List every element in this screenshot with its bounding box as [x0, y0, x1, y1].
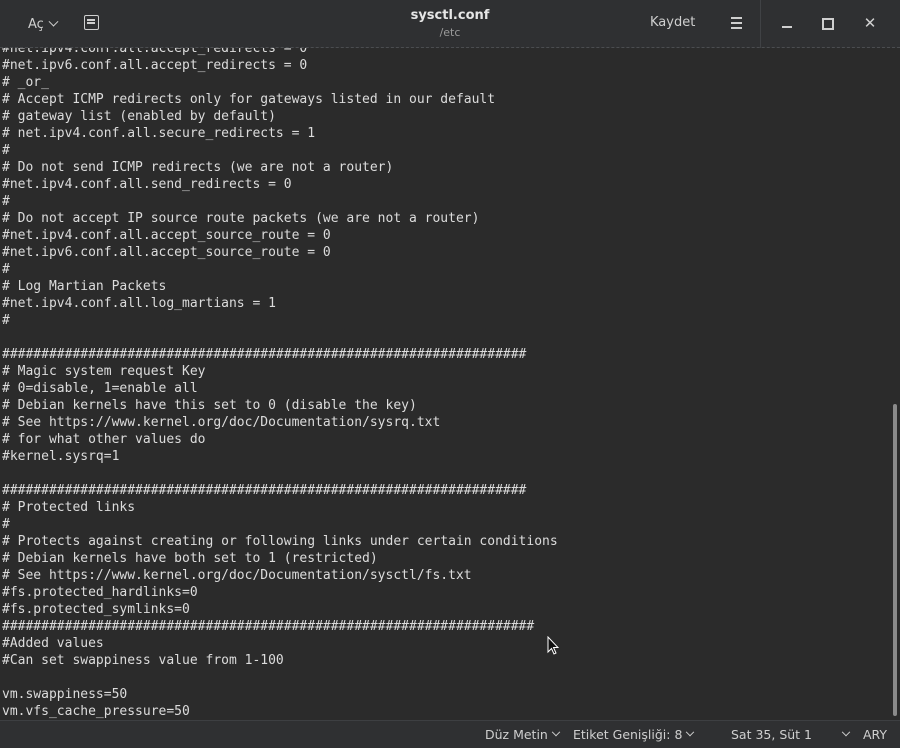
code-line[interactable]	[2, 669, 558, 686]
code-line[interactable]: #net.ipv4.conf.all.log_martians = 1	[2, 295, 558, 312]
open-button[interactable]: Aç	[16, 12, 64, 36]
vertical-scrollbar[interactable]	[890, 48, 900, 720]
cursor-position-label: Sat 35, Süt 1	[731, 727, 813, 742]
code-line[interactable]: # Log Martian Packets	[2, 278, 558, 295]
code-line[interactable]: # Accept ICMP redirects only for gateway…	[2, 91, 558, 108]
code-line[interactable]: #net.ipv4.conf.all.send_redirects = 0	[2, 176, 558, 193]
cursor-position-selector[interactable]: Sat 35, Süt 1	[731, 727, 851, 742]
chevron-down-icon	[841, 727, 851, 736]
maximize-icon[interactable]	[821, 17, 834, 30]
code-line[interactable]: # Protected links	[2, 499, 558, 516]
mouse-pointer-icon	[547, 636, 559, 655]
code-line[interactable]: #	[2, 516, 558, 533]
chevron-down-icon	[48, 16, 59, 27]
hamburger-menu-icon[interactable]	[731, 17, 743, 29]
header-bar: Aç sysctl.conf /etc Kaydet ✕	[0, 0, 900, 48]
code-line[interactable]: #net.ipv6.conf.all.accept_redirects = 0	[2, 57, 558, 74]
code-line[interactable]: #net.ipv6.conf.all.accept_source_route =…	[2, 244, 558, 261]
code-line[interactable]: #	[2, 193, 558, 210]
tab-width-label: Etiket Genişliği: 8	[573, 727, 683, 742]
code-line[interactable]: #net.ipv4.conf.all.accept_redirects = 0	[2, 48, 558, 57]
document-icon	[84, 15, 99, 30]
code-line[interactable]: # Protects against creating or following…	[2, 533, 558, 550]
code-line[interactable]: # Debian kernels have this set to 0 (dis…	[2, 397, 558, 414]
window-subtitle: /etc	[439, 26, 461, 39]
code-line[interactable]: # 0=disable, 1=enable all	[2, 380, 558, 397]
insert-mode-label: ARY	[863, 727, 888, 742]
code-line[interactable]: # gateway list (enabled by default)	[2, 108, 558, 125]
code-line[interactable]: # Do not accept IP source route packets …	[2, 210, 558, 227]
chevron-down-icon	[686, 727, 695, 736]
chevron-down-icon	[551, 727, 561, 736]
code-line[interactable]: # See https://www.kernel.org/doc/Documen…	[2, 567, 558, 584]
code-line[interactable]	[2, 465, 558, 482]
code-line[interactable]: # _or_	[2, 74, 558, 91]
code-line[interactable]: #	[2, 261, 558, 278]
code-line[interactable]: #	[2, 142, 558, 159]
code-line[interactable]: # Magic system request Key	[2, 363, 558, 380]
code-line[interactable]: #Added values	[2, 635, 558, 652]
insert-mode-indicator[interactable]: ARY	[863, 727, 887, 742]
code-line[interactable]: ########################################…	[2, 618, 558, 635]
header-separator	[760, 0, 761, 48]
code-line[interactable]: #net.ipv4.conf.all.accept_source_route =…	[2, 227, 558, 244]
scrollbar-thumb[interactable]	[893, 404, 897, 716]
tab-width-selector[interactable]: Etiket Genişliği: 8	[573, 727, 695, 742]
code-line[interactable]: #kernel.sysrq=1	[2, 448, 558, 465]
code-line[interactable]: ########################################…	[2, 346, 558, 363]
text-editor[interactable]: #net.ipv4.conf.all.accept_redirects = 0 #…	[0, 48, 890, 720]
code-line[interactable]	[2, 329, 558, 346]
code-line[interactable]: # for what other values do	[2, 431, 558, 448]
code-line[interactable]: #Can set swappiness value from 1-100	[2, 652, 558, 669]
save-button[interactable]: Kaydet	[650, 15, 695, 30]
code-line[interactable]: # Debian kernels have both set to 1 (res…	[2, 550, 558, 567]
code-line[interactable]: #fs.protected_hardlinks=0	[2, 584, 558, 601]
title-area: sysctl.conf /etc	[350, 8, 550, 39]
open-button-label: Aç	[28, 16, 44, 32]
code-line[interactable]: # Do not send ICMP redirects (we are not…	[2, 159, 558, 176]
code-line[interactable]: vm.swappiness=50	[2, 686, 558, 703]
status-bar: Düz Metin Etiket Genişliği: 8 Sat 35, Sü…	[0, 720, 900, 748]
window-title: sysctl.conf	[410, 8, 490, 23]
code-line[interactable]: ########################################…	[2, 482, 558, 499]
code-line[interactable]: # net.ipv4.conf.all.secure_redirects = 1	[2, 125, 558, 142]
language-label: Düz Metin	[485, 727, 548, 742]
code-line[interactable]: #fs.protected_symlinks=0	[2, 601, 558, 618]
editor-text[interactable]: #net.ipv4.conf.all.accept_redirects = 0 #…	[2, 48, 558, 720]
code-line[interactable]: vm.vfs_cache_pressure=50	[2, 703, 558, 720]
minimize-icon[interactable]	[780, 16, 794, 30]
close-icon[interactable]: ✕	[862, 15, 878, 31]
code-line[interactable]: #	[2, 312, 558, 329]
recent-documents-button[interactable]	[84, 15, 100, 31]
language-selector[interactable]: Düz Metin	[485, 727, 561, 742]
code-line[interactable]: # See https://www.kernel.org/doc/Documen…	[2, 414, 558, 431]
